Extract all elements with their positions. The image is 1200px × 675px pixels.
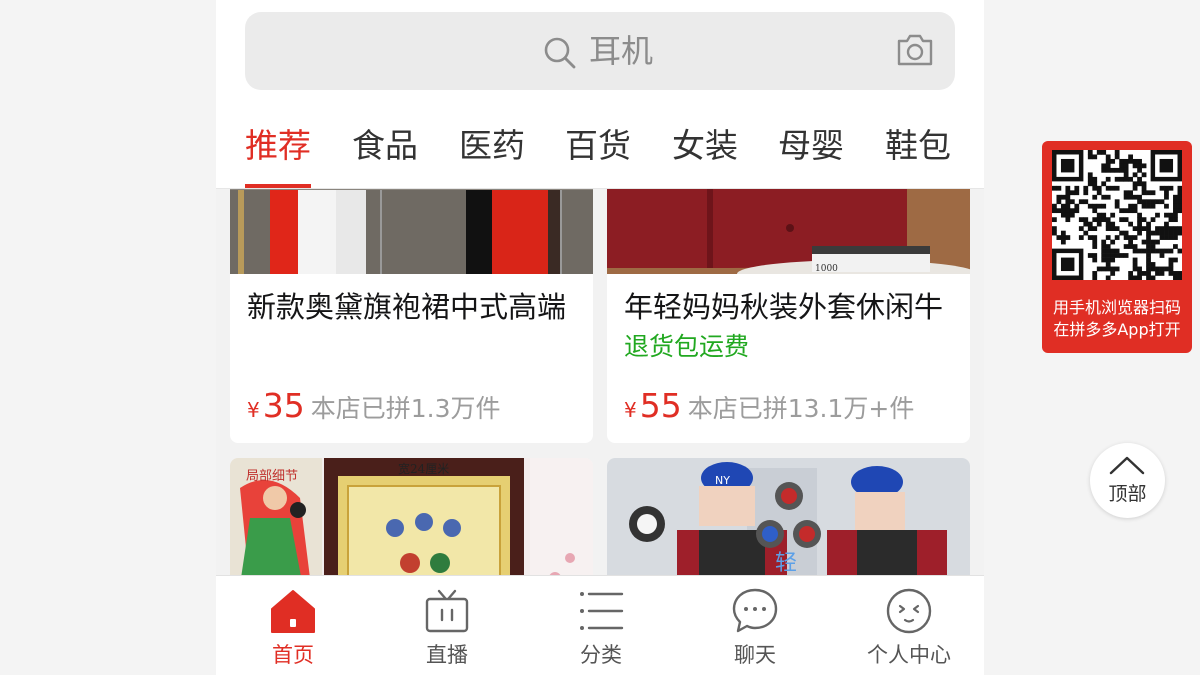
qr-instruction-line: 用手机浏览器扫码 [1052, 298, 1181, 317]
price-row: ¥35 本店已拼1.3万件 [247, 386, 501, 425]
tab-medicine[interactable]: 医药 [459, 124, 525, 168]
tab-general-merchandise[interactable]: 百货 [565, 124, 631, 168]
nav-live[interactable]: 直播 [370, 576, 524, 675]
search-bar[interactable]: 耳机 [245, 12, 955, 90]
profile-face-icon [886, 588, 932, 634]
product-title: 年轻妈妈秋装外套休闲牛 [624, 290, 944, 324]
qr-code [1052, 150, 1183, 281]
product-price: 35 [262, 386, 305, 425]
qr-code-panel[interactable]: 用手机浏览器扫码 在拼多多App打开 [1042, 141, 1192, 353]
nav-label: 分类 [580, 643, 622, 667]
image-caption: 轻 [775, 551, 797, 576]
back-to-top-button[interactable]: 顶部 [1090, 443, 1165, 518]
active-tab-indicator [245, 184, 311, 188]
image-caption: NY [715, 474, 730, 487]
tv-icon [425, 589, 469, 633]
sales-count: 本店已拼13.1万+件 [687, 394, 915, 423]
product-price: 55 [639, 386, 682, 425]
nav-chat[interactable]: 聊天 [678, 576, 832, 675]
search-placeholder: 耳机 [589, 32, 654, 70]
nav-home[interactable]: 首页 [216, 576, 370, 675]
svg-text:1000: 1000 [815, 264, 838, 274]
back-to-top-label: 顶部 [1108, 483, 1147, 505]
nav-label: 首页 [272, 643, 314, 667]
nav-label: 个人中心 [867, 643, 951, 667]
category-tabs: 推荐 食品 医药 百货 女装 母婴 鞋包 [216, 118, 984, 188]
qr-instructions: 用手机浏览器扫码 在拼多多App打开 [1042, 297, 1192, 341]
nav-profile[interactable]: 个人中心 [832, 576, 984, 675]
image-caption: 局部细节 [246, 469, 298, 484]
search-icon [544, 37, 576, 69]
chat-bubble-icon [732, 588, 778, 633]
top-header: 耳机 推荐 食品 医药 百货 女装 母婴 鞋包 [216, 0, 984, 189]
tab-mother-baby[interactable]: 母婴 [778, 124, 844, 168]
list-icon [580, 592, 624, 630]
image-caption: 宽24厘米 [398, 461, 449, 476]
product-title: 新款奥黛旗袍裙中式高端 [247, 290, 567, 324]
currency-symbol: ¥ [624, 398, 637, 422]
product-card[interactable]: 新款奥黛旗袍裙中式高端 ¥35 本店已拼1.3万件 [230, 150, 593, 443]
home-icon [271, 590, 315, 633]
tab-food[interactable]: 食品 [352, 124, 418, 168]
free-return-tag: 退货包运费 [624, 332, 750, 361]
tab-womens-clothing[interactable]: 女装 [672, 124, 738, 168]
price-row: ¥55 本店已拼13.1万+件 [624, 386, 914, 425]
phone-viewport: 新款奥黛旗袍裙中式高端 ¥35 本店已拼1.3万件 1000 年轻妈妈秋装外套休闲… [216, 0, 984, 675]
qr-instruction-line: 在拼多多App打开 [1053, 320, 1181, 339]
nav-label: 直播 [426, 643, 468, 667]
product-card[interactable]: 1000 年轻妈妈秋装外套休闲牛 退货包运费 ¥55 本店已拼13.1万+件 [607, 150, 970, 443]
chevron-up-icon [1109, 456, 1145, 475]
tab-recommend[interactable]: 推荐 [245, 124, 311, 168]
bottom-navigation: 首页 直播 分类 聊天 个人中心 [216, 575, 984, 675]
nav-label: 聊天 [734, 643, 776, 667]
camera-icon[interactable] [895, 32, 935, 68]
currency-symbol: ¥ [247, 398, 260, 422]
sales-count: 本店已拼1.3万件 [310, 394, 501, 423]
tab-shoes-bags[interactable]: 鞋包 [885, 124, 951, 168]
nav-category[interactable]: 分类 [524, 576, 678, 675]
